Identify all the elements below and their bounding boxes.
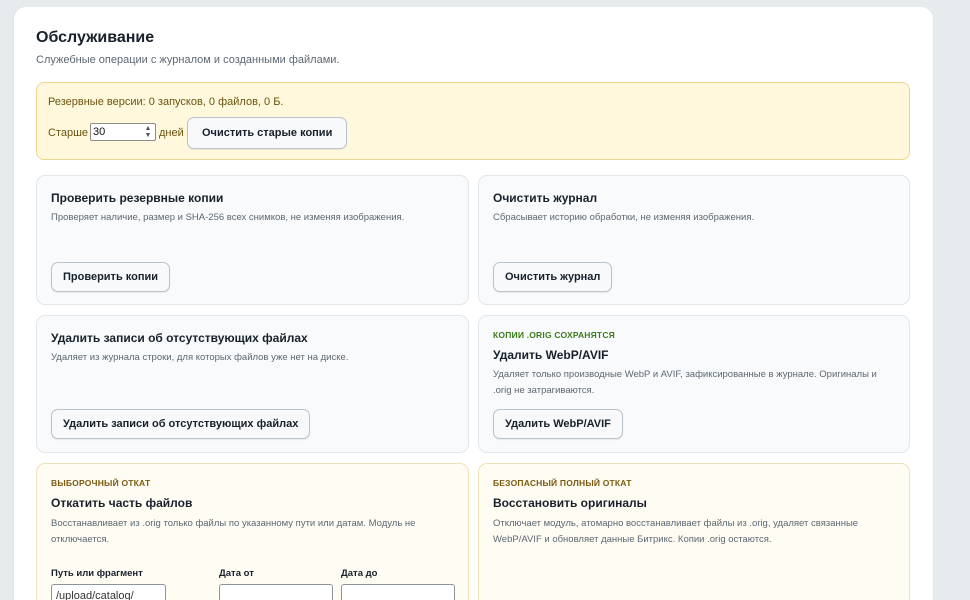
card-tag: ВЫБОРОЧНЫЙ ОТКАТ (51, 478, 151, 488)
clear-log-button[interactable]: Очистить журнал (493, 262, 613, 292)
card-title: Проверить резервные копии (51, 191, 224, 205)
card-title: Удалить записи об отсутствующих файлах (51, 331, 308, 345)
clear-log-card: Очистить журнал Сбрасывает историю обраб… (478, 175, 910, 305)
backup-notice: Резервные версии: 0 запусков, 0 файлов, … (36, 82, 910, 160)
card-description: Удаляет из журнала строки, для которых ф… (51, 352, 349, 363)
remove-missing-records-card: Удалить записи об отсутствующих файлах У… (36, 315, 469, 453)
clean-old-copies-button[interactable]: Очистить старые копии (187, 117, 348, 149)
date-to-input[interactable] (341, 584, 455, 600)
card-title: Удалить WebP/AVIF (493, 348, 609, 362)
path-label: Путь или фрагмент (51, 568, 143, 579)
days-value: 30 (93, 126, 106, 138)
backup-info-text: Резервные версии: 0 запусков, 0 файлов, … (48, 96, 284, 108)
days-number-input[interactable]: 30 ▲ ▼ (90, 123, 156, 141)
delete-webp-avif-button[interactable]: Удалить WebP/AVIF (493, 409, 623, 439)
remove-missing-records-button[interactable]: Удалить записи об отсутствующих файлах (51, 409, 311, 439)
card-description: Отключает модуль, атомарно восстанавлива… (493, 518, 859, 545)
card-title: Очистить журнал (493, 191, 598, 205)
path-input[interactable]: /upload/catalog/ (51, 584, 166, 600)
page-title: Обслуживание (36, 29, 155, 46)
date-from-label: Дата от (219, 568, 254, 579)
card-title: Откатить часть файлов (51, 496, 193, 510)
days-label: дней (159, 127, 184, 139)
card-description: Восстанавливает из .orig только файлы по… (51, 518, 416, 545)
card-title: Восстановить оригиналы (493, 496, 647, 510)
partial-rollback-card: ВЫБОРОЧНЫЙ ОТКАТ Откатить часть файлов В… (36, 463, 469, 600)
delete-webp-avif-card: КОПИИ .ORIG СОХРАНЯТСЯ Удалить WebP/AVIF… (478, 315, 910, 453)
full-rollback-card: БЕЗОПАСНЫЙ ПОЛНЫЙ ОТКАТ Восстановить ори… (478, 463, 910, 600)
card-description: Проверяет наличие, размер и SHA-256 всех… (51, 212, 405, 223)
verify-backups-card: Проверить резервные копии Проверяет нали… (36, 175, 469, 305)
page-subtitle: Служебные операции с журналом и созданны… (36, 54, 340, 66)
date-from-input[interactable] (219, 584, 333, 600)
older-than-label: Старше (48, 127, 89, 139)
verify-copies-button[interactable]: Проверить копии (51, 262, 171, 292)
spinner-arrows-icon[interactable]: ▲ ▼ (143, 125, 153, 139)
card-description: Сбрасывает историю обработки, не изменяя… (493, 212, 755, 223)
card-tag: КОПИИ .ORIG СОХРАНЯТСЯ (493, 330, 615, 340)
card-description: Удаляет только производные WebP и AVIF, … (493, 369, 877, 396)
date-to-label: Дата до (341, 568, 378, 579)
card-tag: БЕЗОПАСНЫЙ ПОЛНЫЙ ОТКАТ (493, 478, 632, 488)
